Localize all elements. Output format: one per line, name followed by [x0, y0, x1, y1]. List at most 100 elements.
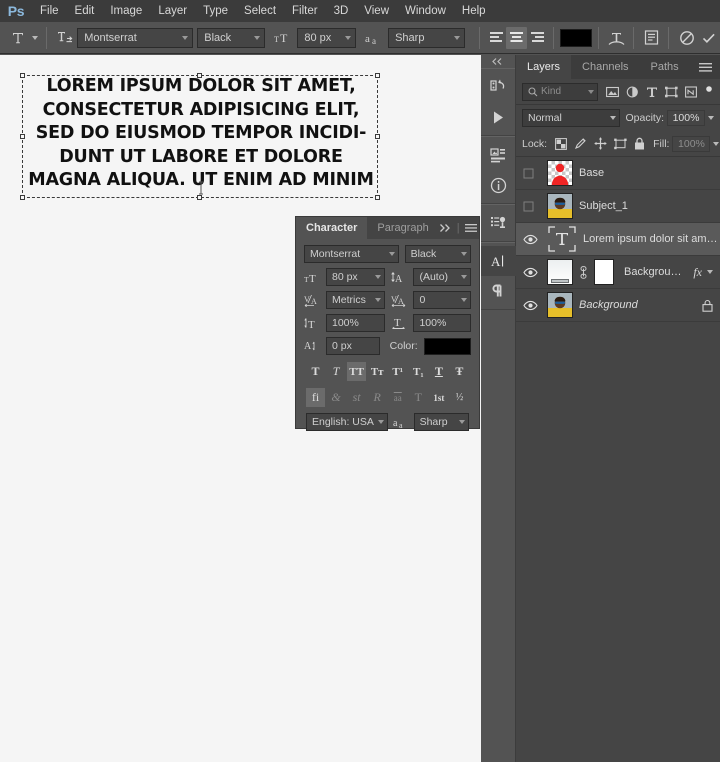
paragraph-panel-icon[interactable]	[481, 276, 516, 306]
table-row[interactable]: Subject_1	[516, 190, 720, 223]
character-font-family-select[interactable]: Montserrat	[304, 245, 399, 263]
swash-icon[interactable]: R	[368, 388, 387, 407]
character-antialias-select[interactable]: Sharp	[413, 413, 469, 431]
underline-icon[interactable]: T	[429, 362, 448, 381]
all-caps-icon[interactable]: TT	[347, 362, 367, 381]
handle-bottom-right[interactable]	[375, 195, 380, 200]
portrait-photo-thumbnail[interactable]	[547, 292, 573, 318]
strikethrough-icon[interactable]: Ŧ	[450, 362, 469, 381]
layer-visibility-toggle[interactable]	[519, 267, 541, 278]
lock-all-icon[interactable]	[634, 137, 645, 150]
menu-item-image[interactable]: Image	[102, 0, 150, 22]
fractions-icon[interactable]: ½	[450, 388, 469, 407]
commit-edits-icon[interactable]	[698, 26, 720, 50]
layer-visibility-toggle[interactable]	[519, 201, 541, 212]
small-caps-icon[interactable]: Tт	[368, 362, 387, 381]
fill-control[interactable]: Fill: 100%	[653, 135, 720, 152]
handle-top-left[interactable]	[20, 73, 25, 78]
font-style-select[interactable]: Black	[197, 27, 266, 48]
table-row[interactable]: Background Color fx	[516, 256, 720, 289]
adjustments-panel-icon[interactable]	[481, 140, 516, 170]
character-paragraph-panels-icon[interactable]	[640, 26, 662, 50]
filter-smartobject-icon[interactable]	[685, 85, 697, 98]
table-row[interactable]: Base	[516, 157, 720, 190]
type-layer-thumbnail[interactable]	[547, 226, 577, 252]
menu-item-select[interactable]: Select	[236, 0, 284, 22]
tab-paths[interactable]: Paths	[640, 55, 690, 79]
red-silhouette-thumbnail[interactable]	[547, 160, 573, 186]
menu-item-type[interactable]: Type	[195, 0, 236, 22]
menu-item-3d[interactable]: 3D	[326, 0, 357, 22]
table-row[interactable]: Background	[516, 289, 720, 322]
info-panel-icon[interactable]	[481, 170, 516, 200]
align-left-button[interactable]	[486, 27, 506, 49]
layer-visibility-toggle[interactable]	[519, 300, 541, 311]
portrait-photo-thumbnail[interactable]	[547, 193, 573, 219]
handle-bottom-left[interactable]	[20, 195, 25, 200]
filter-toggle-icon[interactable]	[704, 85, 714, 98]
filter-pixel-icon[interactable]	[606, 86, 619, 98]
blend-mode-select[interactable]: Normal	[522, 109, 621, 127]
filter-type-icon[interactable]	[646, 86, 658, 98]
handle-bottom-center[interactable]	[197, 195, 202, 200]
character-horizontal-scale-input[interactable]: 100%	[413, 314, 471, 332]
character-font-style-select[interactable]: Black	[404, 245, 471, 263]
gradient-fill-thumbnail[interactable]	[547, 259, 573, 285]
type-tool-preset-picker[interactable]	[0, 26, 40, 50]
menu-item-edit[interactable]: Edit	[67, 0, 103, 22]
warp-text-icon[interactable]	[605, 26, 627, 50]
character-vertical-scale-input[interactable]: 100%	[326, 314, 386, 332]
collapse-panels-icon[interactable]	[481, 55, 515, 68]
menu-item-view[interactable]: View	[356, 0, 397, 22]
character-panel-icon[interactable]: A	[481, 246, 516, 276]
layer-effects-badge[interactable]: fx	[693, 265, 702, 280]
handle-middle-left[interactable]	[20, 133, 25, 139]
handle-middle-right[interactable]	[375, 133, 380, 139]
history-panel-icon[interactable]	[481, 72, 516, 102]
text-color-swatch[interactable]	[560, 28, 592, 47]
tab-paragraph[interactable]: Paragraph	[367, 217, 438, 239]
character-color-swatch[interactable]	[423, 337, 471, 355]
character-baseline-shift-input[interactable]: 0 px	[326, 337, 380, 355]
oldstyle-icon[interactable]: aa	[388, 388, 407, 407]
white-layer-mask-thumbnail[interactable]	[594, 259, 614, 285]
faux-bold-icon[interactable]: T	[306, 362, 325, 381]
font-family-select[interactable]: Montserrat	[77, 27, 194, 48]
lock-transparent-pixels-icon[interactable]	[555, 137, 568, 150]
lock-position-icon[interactable]	[594, 137, 607, 150]
character-language-select[interactable]: English: USA	[306, 413, 388, 431]
layer-comps-panel-icon[interactable]	[481, 208, 516, 238]
chevron-down-icon[interactable]	[713, 141, 720, 146]
menu-item-filter[interactable]: Filter	[284, 0, 326, 22]
faux-italic-icon[interactable]: T	[327, 362, 346, 381]
align-right-button[interactable]	[527, 27, 547, 49]
tab-channels[interactable]: Channels	[571, 55, 639, 79]
text-bounding-box[interactable]: LOREM IPSUM DOLOR SIT AMET, CONSECTETUR …	[20, 73, 380, 200]
chevron-down-icon[interactable]	[708, 116, 714, 120]
opacity-value[interactable]: 100%	[667, 110, 705, 126]
menu-item-help[interactable]: Help	[454, 0, 494, 22]
lock-artboard-nesting-icon[interactable]	[614, 138, 627, 150]
actions-panel-icon[interactable]	[481, 102, 516, 132]
menu-item-layer[interactable]: Layer	[150, 0, 195, 22]
character-kerning-select[interactable]: Metrics	[326, 291, 386, 309]
character-font-size-select[interactable]: 80 px	[326, 268, 386, 286]
superscript-icon[interactable]: T¹	[388, 362, 407, 381]
chevron-down-icon[interactable]	[707, 270, 713, 274]
filter-shape-icon[interactable]	[665, 86, 678, 98]
toggle-text-orientation-icon[interactable]	[53, 26, 75, 50]
double-chevron-right-icon[interactable]	[439, 223, 452, 233]
panel-menu-icon[interactable]	[464, 223, 477, 233]
font-size-select[interactable]: 80 px	[297, 27, 356, 48]
tab-character[interactable]: Character	[296, 217, 368, 239]
anti-alias-select[interactable]: Sharp	[388, 27, 466, 48]
discretionary-ligatures-icon[interactable]: st	[347, 388, 366, 407]
handle-top-right[interactable]	[375, 73, 380, 78]
subscript-icon[interactable]: T₁	[409, 362, 428, 381]
cancel-edits-icon[interactable]	[675, 26, 697, 50]
layer-filter-kind-select[interactable]: Kind	[522, 82, 598, 101]
tab-layers[interactable]: Layers	[516, 55, 572, 79]
align-center-button[interactable]	[506, 26, 527, 49]
handle-top-center[interactable]	[197, 73, 202, 78]
panel-menu-icon[interactable]	[699, 55, 720, 79]
